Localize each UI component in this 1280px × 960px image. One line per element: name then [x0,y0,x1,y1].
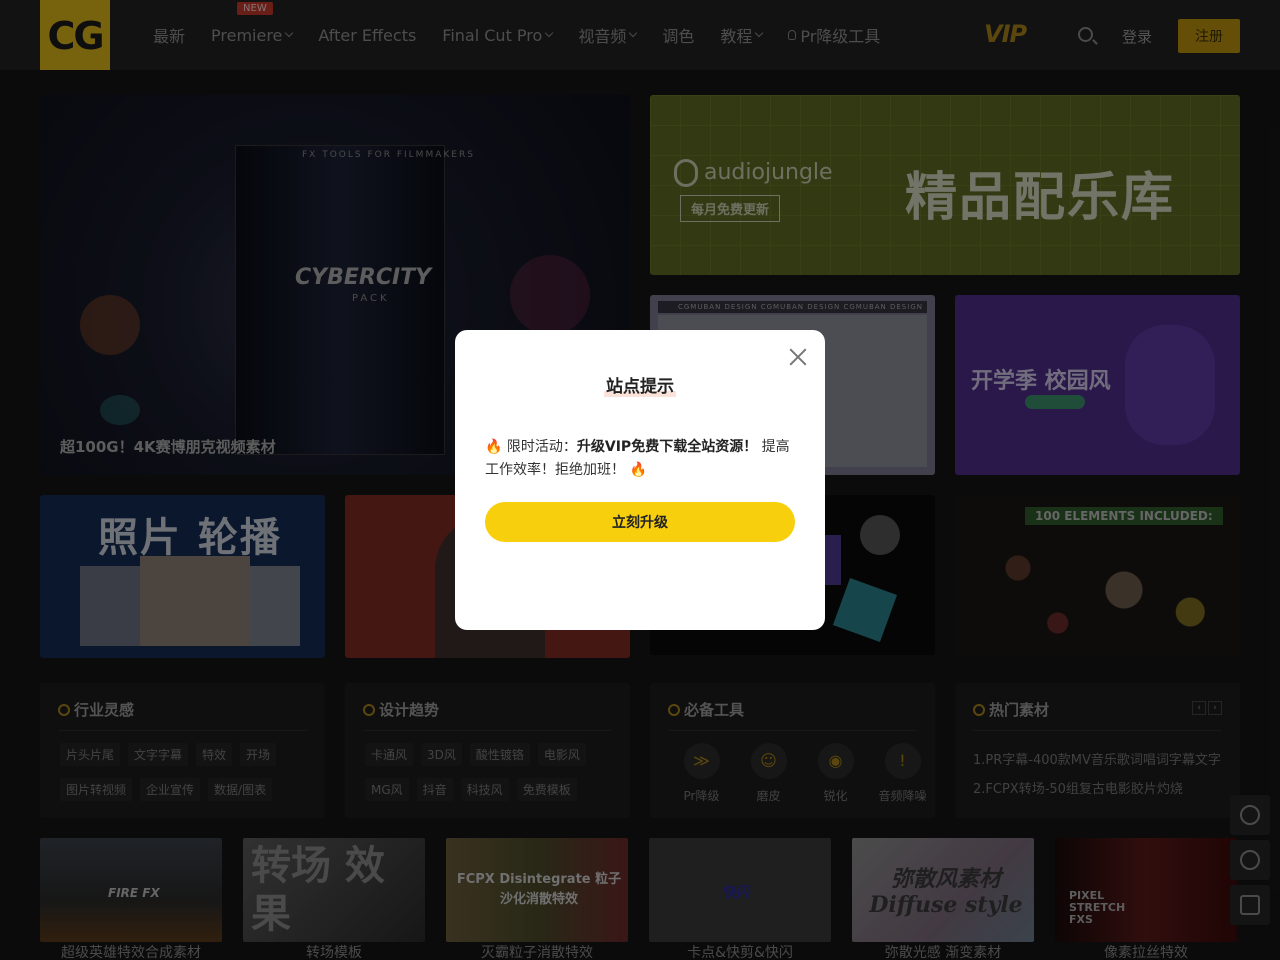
modal-body: 🔥 限时活动：升级VIP免费下载全站资源！ 提高工作效率！拒绝加班！ 🔥 [485,436,800,482]
close-icon[interactable] [788,346,808,366]
modal-title-text: 站点提示 [604,377,676,397]
modal-title: 站点提示 [455,372,825,397]
site-notice-modal: 站点提示 🔥 限时活动：升级VIP免费下载全站资源！ 提高工作效率！拒绝加班！ … [455,330,825,630]
upgrade-now-button[interactable]: 立刻升级 [485,502,795,542]
body-highlight: 升级VIP免费下载全站资源！ [576,439,758,455]
body-prefix: 🔥 限时活动： [485,439,577,455]
